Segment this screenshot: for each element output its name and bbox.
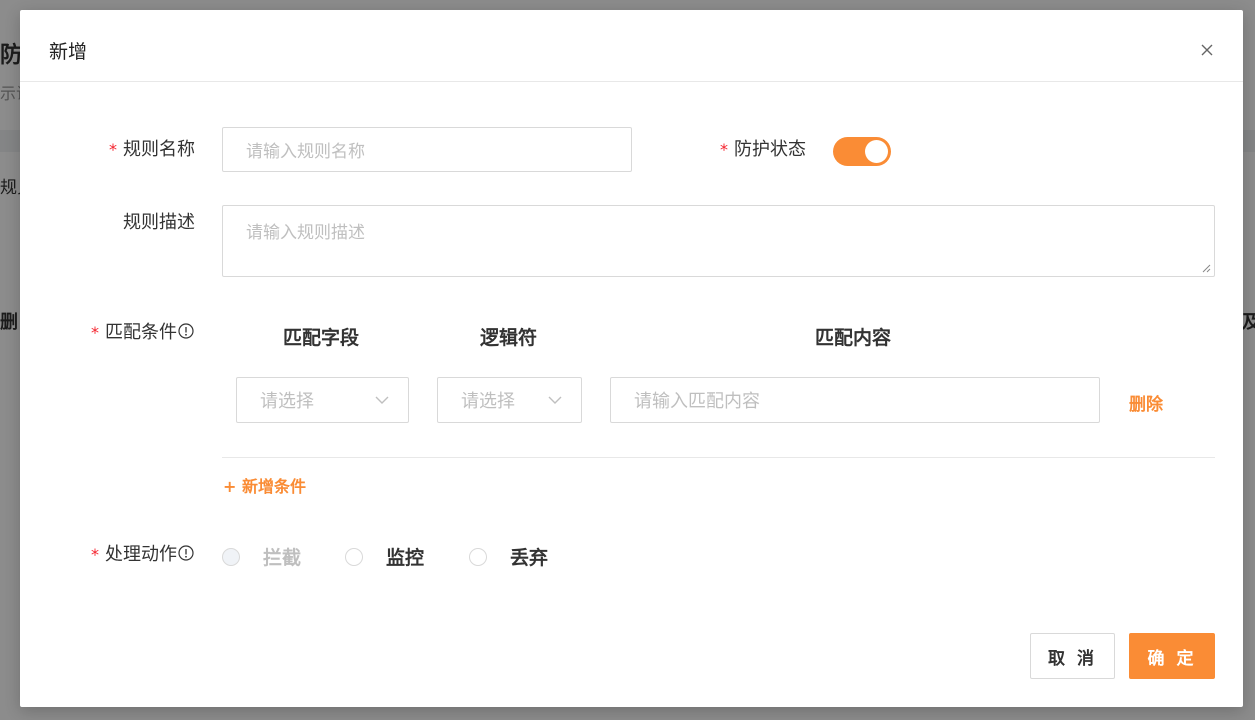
info-icon[interactable] (178, 323, 194, 339)
modal-header: 新增 (20, 10, 1243, 82)
required-mark: * (91, 323, 99, 342)
match-field-placeholder: 请选择 (260, 391, 314, 412)
delete-condition-button[interactable]: 删除 (1129, 390, 1163, 415)
add-rule-modal: 新增 * 规则名称 请输入规则名称 * 防护状态 规则描述 请输入规则描述 * 匹配条… (20, 10, 1243, 707)
protect-status-toggle[interactable] (833, 137, 891, 166)
operator-placeholder: 请选择 (461, 391, 515, 412)
radio-circle (345, 547, 363, 566)
action-radio-block[interactable]: 拦截 (222, 543, 301, 570)
protect-status-label-text: 防护状态 (734, 139, 806, 160)
column-header-content: 匹配内容 (815, 327, 892, 349)
required-mark: * (91, 545, 99, 564)
match-content-input[interactable]: 请输入匹配内容 (610, 377, 1100, 423)
rule-name-placeholder: 请输入规则名称 (246, 142, 365, 162)
add-condition-button[interactable]: + 新增条件 (223, 473, 306, 497)
action-label-text: 处理动作 (105, 544, 177, 565)
radio-circle (222, 547, 240, 566)
rule-desc-label: 规则描述 (123, 212, 195, 233)
operator-select[interactable]: 请选择 (437, 377, 582, 423)
action-label: * 处理动作 (91, 543, 194, 567)
info-icon[interactable] (178, 545, 194, 561)
rule-name-input[interactable]: 请输入规则名称 (222, 127, 632, 172)
cancel-button[interactable]: 取 消 (1030, 633, 1115, 679)
radio-label-monitor: 监控 (386, 547, 425, 569)
chevron-down-icon (548, 396, 562, 404)
close-button[interactable] (1197, 40, 1217, 60)
rule-desc-textarea[interactable]: 请输入规则描述 (222, 205, 1215, 277)
column-header-operator: 逻辑符 (480, 327, 538, 349)
toggle-knob (865, 140, 888, 163)
match-conditions-label-text: 匹配条件 (105, 322, 177, 343)
chevron-down-icon (375, 396, 389, 404)
radio-label-discard: 丢弃 (510, 547, 549, 569)
rule-name-label-text: 规则名称 (123, 139, 195, 160)
conditions-divider (222, 457, 1215, 458)
column-header-field: 匹配字段 (283, 327, 360, 349)
radio-circle (469, 547, 487, 566)
required-mark: * (109, 140, 117, 159)
confirm-button[interactable]: 确 定 (1129, 633, 1215, 679)
protect-status-label: * 防护状态 (720, 138, 806, 162)
action-radio-discard[interactable]: 丢弃 (469, 543, 548, 570)
action-radio-monitor[interactable]: 监控 (345, 543, 424, 570)
match-content-placeholder: 请输入匹配内容 (634, 391, 760, 412)
match-conditions-label: * 匹配条件 (91, 321, 194, 345)
radio-label-block: 拦截 (263, 547, 302, 569)
resize-handle-icon[interactable] (1202, 264, 1211, 273)
match-field-select[interactable]: 请选择 (236, 377, 409, 423)
rule-desc-placeholder: 请输入规则描述 (246, 223, 365, 243)
required-mark: * (720, 140, 728, 159)
rule-name-label: * 规则名称 (109, 138, 195, 162)
close-icon (1201, 44, 1213, 56)
modal-title: 新增 (49, 41, 88, 63)
